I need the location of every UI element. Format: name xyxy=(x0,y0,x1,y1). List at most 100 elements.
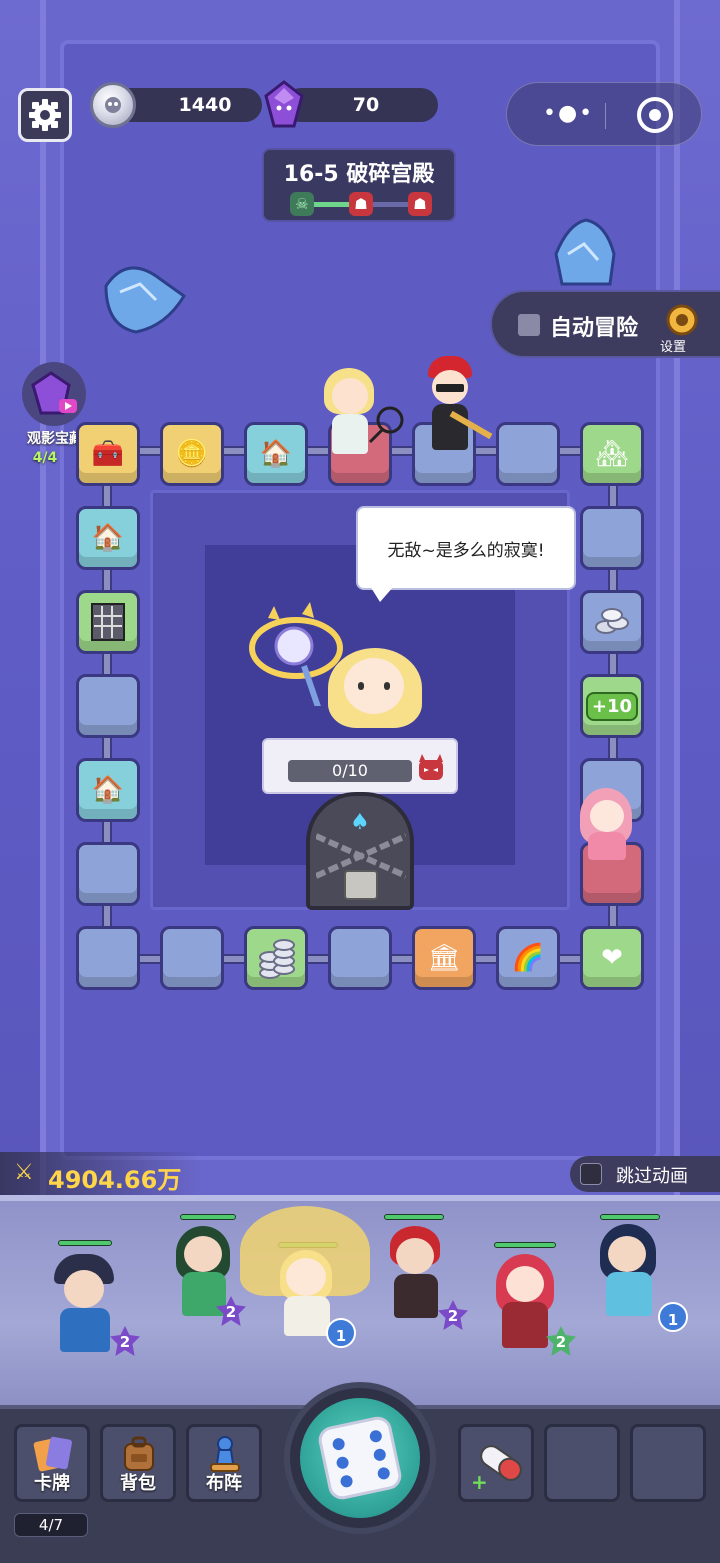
treasure-count: 4/4 xyxy=(32,450,58,466)
gem-amount: 70 xyxy=(352,94,380,116)
skip-animation-label: 跳过动画 xyxy=(616,1166,688,1187)
settings-button[interactable] xyxy=(18,88,72,142)
tile-heal: ❤ xyxy=(580,926,644,990)
heart-heal-icon: ❤ xyxy=(601,943,623,973)
house-icon: 🏛 xyxy=(427,943,461,973)
spear-warrior-hero[interactable]: 2 xyxy=(368,1210,478,1340)
tile-plus-ten: +10 xyxy=(580,674,644,738)
gem-counter: 70 xyxy=(284,88,438,122)
skull-green-icon: ☠ xyxy=(290,192,314,216)
stage-title: 16-5 破碎宫殿 xyxy=(283,162,435,187)
item-slot-empty[interactable] xyxy=(630,1424,706,1502)
locked-gate: ♠ xyxy=(306,792,414,910)
silver-amount: 1440 xyxy=(178,94,232,116)
level-badge: 1 xyxy=(326,1318,356,1348)
shop-icon: 🏠 xyxy=(91,775,125,805)
shop-icon: 🏠 xyxy=(259,439,293,469)
tile-shop: 🏠 xyxy=(244,422,308,486)
tile-silver-stack xyxy=(244,926,308,990)
treasure-chest-icon: 🪙 xyxy=(175,439,209,469)
broken-vase-right-icon xyxy=(554,218,616,286)
tile-shop: 🏠 xyxy=(76,758,140,822)
broken-vase-left-icon xyxy=(104,266,186,334)
formation-label: 布阵 xyxy=(206,1473,242,1494)
tile-chest: 🧰 xyxy=(76,422,140,486)
chest-icon: 🧰 xyxy=(91,439,125,469)
speech-text: 无敌~是多么的寂寞! xyxy=(387,540,545,561)
speech-bubble-tail xyxy=(370,586,394,602)
hp-bar xyxy=(600,1214,660,1220)
hp-bar xyxy=(180,1214,236,1220)
boss-progress-panel: 0/10 xyxy=(262,738,458,794)
level-badge: 2 xyxy=(546,1326,576,1356)
skip-animation-toggle[interactable]: 跳过动画 xyxy=(570,1156,720,1192)
formation-button[interactable]: 布阵 xyxy=(186,1424,262,1502)
bag-button[interactable]: 背包 xyxy=(100,1424,176,1502)
tile-empty xyxy=(76,842,140,906)
angel-hero[interactable]: 1 xyxy=(240,1196,370,1356)
item-slot-empty[interactable] xyxy=(544,1424,620,1502)
pirate-hero[interactable]: 2 xyxy=(24,1240,144,1364)
power-display: ⚔ 4904.66万 xyxy=(0,1152,200,1196)
close-target-icon[interactable] xyxy=(637,97,673,133)
pill-capsule-icon: + xyxy=(471,1445,522,1493)
demon-red-icon: ☗ xyxy=(408,192,432,216)
hp-bar xyxy=(384,1214,444,1220)
auto-adventure-checkbox[interactable] xyxy=(518,314,540,336)
level-badge: 1 xyxy=(658,1302,688,1332)
tile-shop: 🏠 xyxy=(76,506,140,570)
padlock-icon xyxy=(344,870,378,900)
cards-count: 4/7 xyxy=(14,1513,88,1537)
more-icon[interactable]: •●• xyxy=(543,101,594,126)
mini-program-capsule: •●• xyxy=(506,82,702,146)
cage-grid-icon xyxy=(91,603,125,641)
shop-icon: 🏠 xyxy=(91,523,125,553)
boss-progress-bar: 0/10 xyxy=(288,760,412,782)
auto-settings-label: 设置 xyxy=(660,340,687,355)
auto-adventure-toggle[interactable]: 自动冒险 设置 xyxy=(490,290,720,358)
svg-text:+: + xyxy=(471,1470,488,1493)
water-dancer-hero[interactable]: 1 xyxy=(580,1208,690,1338)
cards-label: 卡牌 xyxy=(34,1473,70,1494)
crossed-swords-icon: ⚔ xyxy=(14,1160,34,1185)
level-badge: 2 xyxy=(438,1300,468,1330)
tennis-girl-character xyxy=(310,368,404,468)
settings-gear-icon[interactable] xyxy=(662,300,702,340)
stage-panel: 16-5 破碎宫殿 ☠ ☗ ☗ xyxy=(262,148,456,222)
tile-silver xyxy=(580,590,644,654)
red-mage-hero[interactable]: 2 xyxy=(480,1240,590,1370)
speech-bubble: 无敌~是多么的寂寞! xyxy=(356,506,576,590)
gear-icon xyxy=(29,99,61,131)
rainbow-icon: 🌈 xyxy=(511,943,545,973)
treasure-gem-icon xyxy=(22,362,86,426)
cap-boy-character xyxy=(418,356,494,466)
fox-girl-character xyxy=(566,784,646,864)
stage-progress: ☠ ☗ ☗ xyxy=(290,192,432,216)
tile-empty xyxy=(76,926,140,990)
roll-dice-button[interactable] xyxy=(284,1382,436,1534)
bag-label: 背包 xyxy=(120,1473,156,1494)
cards-button[interactable]: 卡牌 xyxy=(14,1424,90,1502)
demon-head-icon xyxy=(419,754,443,780)
tile-village: 🏘 xyxy=(580,422,644,486)
tile-empty xyxy=(328,926,392,990)
tile-house: 🏛 xyxy=(412,926,476,990)
purple-gem-icon xyxy=(264,80,304,128)
tile-empty xyxy=(496,422,560,486)
silver-stack-icon xyxy=(259,939,295,979)
demon-red-icon: ☗ xyxy=(349,192,373,216)
power-value: 4904.66万 xyxy=(48,1166,182,1194)
village-icon: 🏘 xyxy=(595,439,629,469)
silver-coin-icon xyxy=(90,82,136,128)
plus-ten-badge: +10 xyxy=(585,691,639,721)
tile-empty xyxy=(76,674,140,738)
auto-adventure-label: 自动冒险 xyxy=(550,316,639,341)
hp-bar xyxy=(494,1242,556,1248)
level-badge: 2 xyxy=(110,1326,140,1356)
tile-treasure-chest: 🪙 xyxy=(160,422,224,486)
tile-empty xyxy=(160,926,224,990)
hp-bar xyxy=(58,1240,112,1246)
item-slot-potion[interactable]: + xyxy=(458,1424,534,1502)
skip-animation-checkbox[interactable] xyxy=(580,1163,602,1185)
tile-empty xyxy=(580,506,644,570)
